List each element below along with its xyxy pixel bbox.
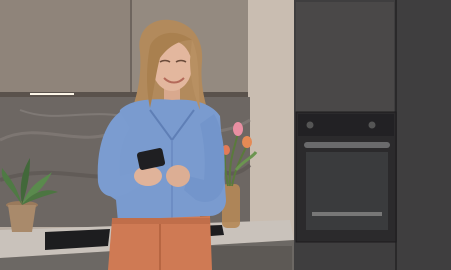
kitchen-photo [0,0,451,270]
photo-frame [0,0,451,270]
oven [295,111,397,243]
